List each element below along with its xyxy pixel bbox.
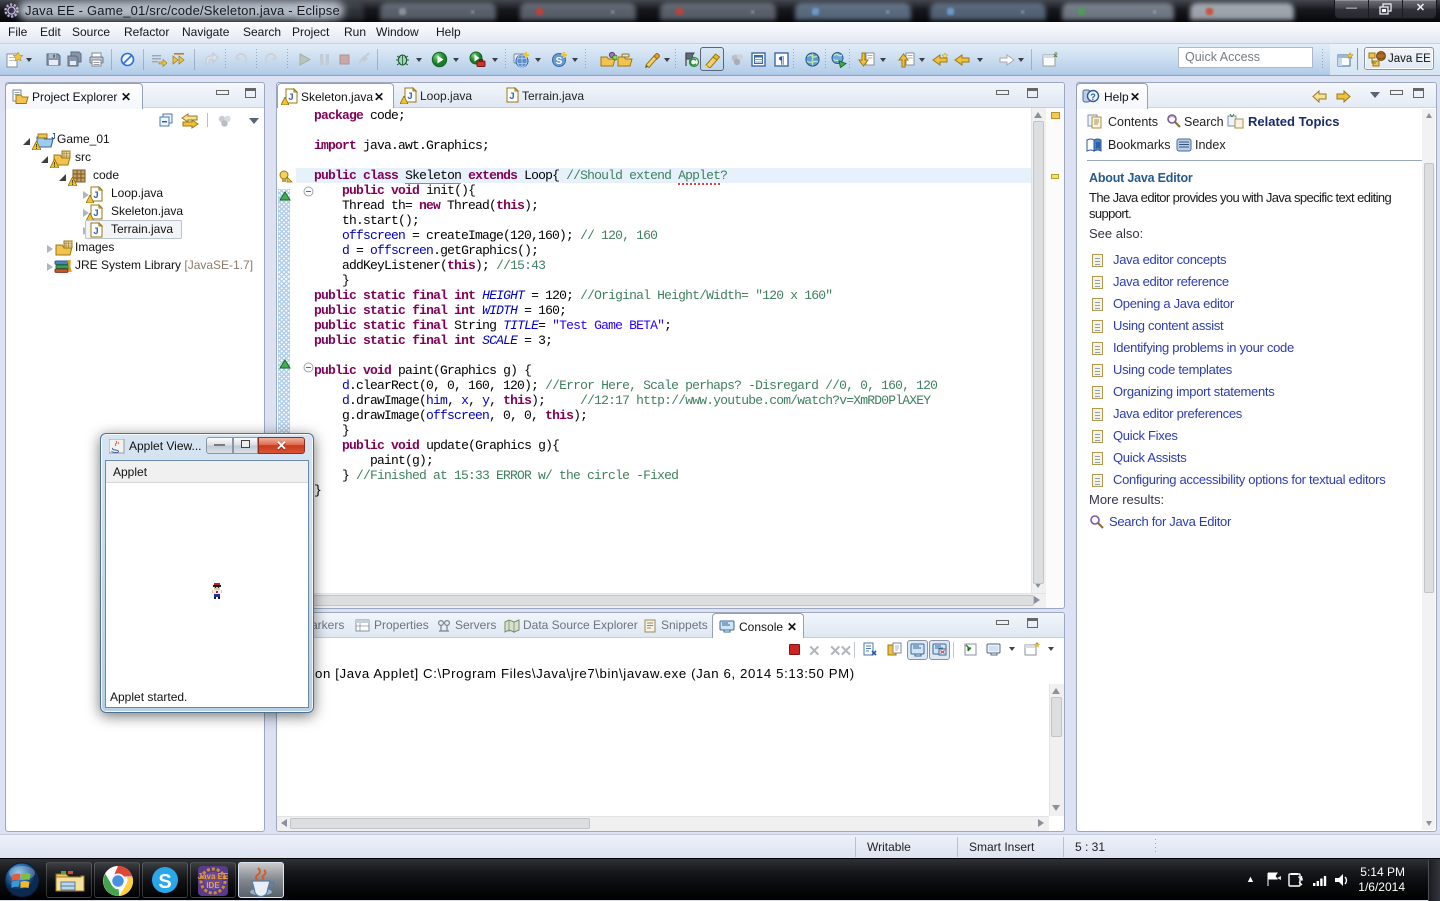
svg-text:!: ! (71, 180, 73, 186)
svg-text:J: J (51, 132, 55, 142)
svg-text:!: ! (53, 162, 55, 168)
svg-text:Java EE: Java EE (198, 872, 229, 881)
svg-text:S: S (556, 56, 563, 67)
svg-text:IDE: IDE (206, 881, 220, 890)
svg-text:!: ! (35, 144, 37, 150)
svg-text:¶: ¶ (779, 55, 785, 67)
svg-text:?: ? (1090, 92, 1096, 102)
svg-text:J: J (509, 92, 515, 103)
svg-text:S: S (158, 871, 171, 893)
svg-text:J: J (93, 227, 99, 238)
